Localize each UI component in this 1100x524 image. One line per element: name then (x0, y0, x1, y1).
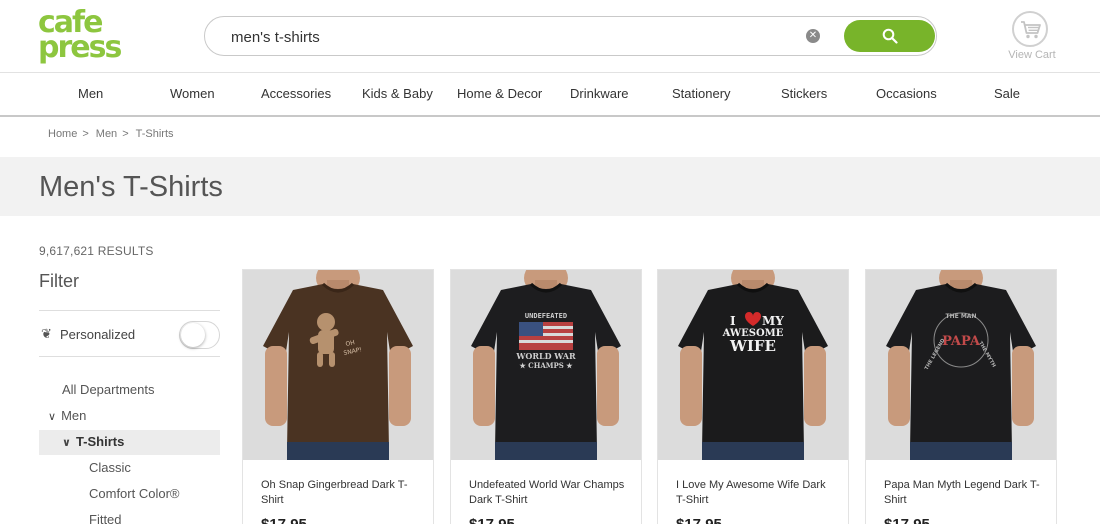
product-price: $17.95 (884, 516, 930, 524)
print-text: ★ CHAMPS ★ (519, 361, 573, 370)
nav-item-home-decor[interactable]: Home & Decor (457, 86, 542, 101)
product-name[interactable]: Papa Man Myth Legend Dark T-Shirt (884, 478, 1044, 508)
page-title: Men's T-Shirts (39, 171, 223, 203)
product-name[interactable]: I Love My Awesome Wife Dark T-Shirt (676, 478, 836, 508)
tshirt-photo: OH SNAP! (243, 270, 433, 460)
search-input[interactable] (231, 26, 791, 48)
product-image[interactable]: I MY AWESOME WIFE (658, 270, 848, 460)
cafepress-logo[interactable]: cafe press (38, 8, 124, 64)
nav-item-stickers[interactable]: Stickers (781, 86, 827, 101)
view-cart-button[interactable]: View Cart (1004, 11, 1058, 65)
category-nav: Men Women Accessories Kids & Baby Home &… (0, 72, 1100, 117)
dept-men-label: Men (61, 408, 87, 423)
breadcrumb-men[interactable]: Men (96, 128, 117, 140)
product-price: $17.95 (676, 516, 722, 524)
personalized-label: Personalized (60, 327, 136, 342)
nav-item-men[interactable]: Men (78, 86, 103, 101)
dept-tshirts-label: T-Shirts (75, 434, 125, 449)
product-card[interactable]: I MY AWESOME WIFE I Love My Awesome Wife… (657, 269, 849, 524)
product-card[interactable]: UNDEFEATED WORLD WAR ★ CHAMPS ★ Undefeat… (450, 269, 642, 524)
product-name[interactable]: Undefeated World War Champs Dark T-Shirt (469, 478, 629, 508)
tshirt-photo: UNDEFEATED WORLD WAR ★ CHAMPS ★ (451, 270, 641, 460)
magnifier-icon (882, 28, 898, 44)
clear-search-button[interactable]: ✕ (806, 29, 820, 43)
dept-men[interactable]: ∨ Men (48, 408, 86, 423)
print-text: WIFE (729, 337, 776, 355)
cart-icon-circle (1012, 11, 1048, 47)
chevron-down-icon: ∨ (48, 411, 57, 423)
breadcrumb-tshirts: T-Shirts (135, 128, 174, 140)
breadcrumb: Home > Men > T-Shirts (48, 128, 174, 144)
product-price: $17.95 (469, 516, 515, 524)
product-image[interactable]: THE MAN PAPA THE MYTH THE LEGEND (866, 270, 1056, 460)
breadcrumb-separator: > (122, 128, 129, 140)
view-cart-label: View Cart (1008, 49, 1056, 61)
personalized-toggle[interactable] (179, 321, 220, 349)
divider (39, 356, 220, 357)
product-name[interactable]: Oh Snap Gingerbread Dark T-Shirt (261, 478, 421, 508)
print-text: PAPA (942, 334, 981, 349)
site-header: cafe press ✕ View Cart (0, 0, 1100, 72)
product-image[interactable]: UNDEFEATED WORLD WAR ★ CHAMPS ★ (451, 270, 641, 460)
nav-item-stationery[interactable]: Stationery (672, 86, 731, 101)
print-text: UNDEFEATED (525, 312, 567, 320)
dept-comfort-color[interactable]: Comfort Color® (89, 486, 180, 501)
tshirt-photo: THE MAN PAPA THE MYTH THE LEGEND (866, 270, 1056, 460)
dept-all-departments[interactable]: All Departments (62, 382, 154, 397)
breadcrumb-home[interactable]: Home (48, 128, 77, 140)
personalized-filter: ❦ Personalized (39, 318, 220, 352)
nav-item-kids-baby[interactable]: Kids & Baby (362, 86, 433, 101)
toggle-knob (181, 323, 205, 347)
search-button[interactable] (844, 20, 935, 52)
nav-item-occasions[interactable]: Occasions (876, 86, 937, 101)
product-price: $17.95 (261, 516, 307, 524)
dept-classic[interactable]: Classic (89, 460, 131, 475)
filter-heading: Filter (39, 271, 79, 291)
search-bar: ✕ (204, 16, 937, 56)
close-circle-icon: ✕ (808, 30, 818, 41)
print-text: I (730, 314, 736, 328)
nav-item-drinkware[interactable]: Drinkware (570, 86, 629, 101)
title-band: Men's T-Shirts (0, 157, 1100, 216)
personalize-icon: ❦ (41, 326, 52, 341)
nav-item-women[interactable]: Women (170, 86, 215, 101)
results-count: 9,617,621 RESULTS (39, 244, 154, 258)
cart-icon (1021, 21, 1041, 39)
product-card[interactable]: OH SNAP! Oh Snap Gingerbread Dark T-Shir… (242, 269, 434, 524)
breadcrumb-separator: > (82, 128, 89, 140)
print-text: THE MAN (946, 313, 977, 320)
nav-item-accessories[interactable]: Accessories (261, 86, 331, 101)
logo-text-press: press (38, 30, 122, 65)
product-image[interactable]: OH SNAP! (243, 270, 433, 460)
tshirt-photo: I MY AWESOME WIFE (658, 270, 848, 460)
nav-item-sale[interactable]: Sale (994, 86, 1020, 101)
dept-fitted[interactable]: Fitted (89, 512, 122, 524)
chevron-down-icon: ∨ (62, 437, 71, 449)
product-card[interactable]: THE MAN PAPA THE MYTH THE LEGEND Papa Ma… (865, 269, 1057, 524)
print-text: WORLD WAR (515, 351, 576, 361)
print-text: MY (762, 314, 784, 328)
dept-tshirts[interactable]: ∨ T-Shirts (62, 434, 124, 449)
divider (39, 310, 220, 311)
